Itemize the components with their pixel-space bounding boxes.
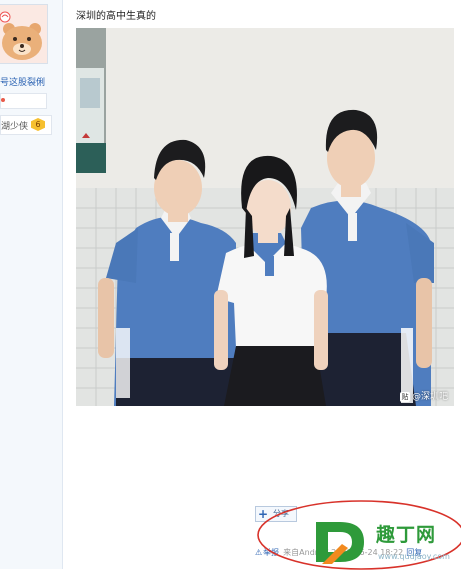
report-icon: ⚠ (255, 548, 263, 557)
photo-watermark: 贴 @深圳吧 (399, 389, 448, 402)
photo-illustration (76, 28, 454, 406)
author-sidebar: 号这股裂俐 湖少侠 6 (0, 0, 63, 569)
author-username[interactable]: 号这股裂俐 (0, 75, 60, 88)
report-label: 举报 (263, 548, 280, 557)
report-link[interactable]: ⚠举报 (255, 548, 279, 557)
badge-title: 湖少侠 (1, 122, 29, 132)
avatar[interactable] (0, 4, 48, 64)
badge-level-icon: 6 (31, 118, 45, 131)
level-dot-icon (1, 98, 5, 102)
tieba-icon: 贴 (399, 392, 410, 402)
bear-avatar-icon (0, 5, 47, 63)
level-bar (0, 93, 47, 109)
member-badge[interactable]: 湖少侠 6 (0, 115, 52, 135)
share-label: 分享 (273, 509, 289, 518)
brand-name: 趣丁网 (376, 524, 437, 546)
brand-url: www.qudjaoy.com (378, 552, 450, 561)
share-button[interactable]: + 分享 (255, 506, 297, 522)
post-title: 深圳的高中生真的 (76, 11, 156, 22)
watermark-text: @深圳吧 (411, 392, 448, 402)
post-photo[interactable]: 贴 @深圳吧 (76, 28, 454, 406)
plus-icon: + (258, 507, 269, 521)
brand-logo-icon (316, 522, 364, 564)
